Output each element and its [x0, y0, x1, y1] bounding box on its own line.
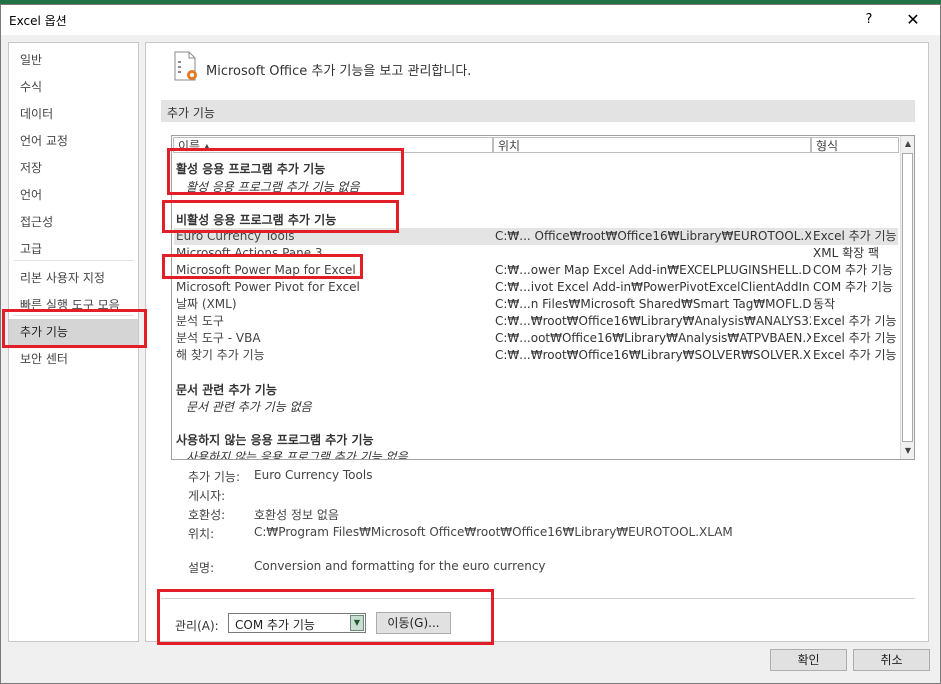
- title-bar: Excel 옵션 ? ✕: [1, 5, 940, 35]
- table-row[interactable]: Microsoft Power Pivot for Excel C:₩...iv…: [174, 279, 898, 296]
- table-row[interactable]: 분석 도구 C:₩...₩root₩Office16₩Library₩Analy…: [174, 313, 898, 330]
- cancel-button[interactable]: 취소: [853, 649, 930, 671]
- nav-item-data[interactable]: 데이터: [9, 101, 138, 128]
- detail-desc-label: 설명:: [188, 561, 215, 575]
- ok-button[interactable]: 확인: [770, 649, 847, 671]
- highlight-box: [162, 254, 363, 279]
- detail-location-value: C:₩Program Files₩Microsoft Office₩root₩O…: [254, 525, 733, 539]
- row-name: 분석 도구: [176, 314, 224, 328]
- row-type: XML 확장 팩: [813, 246, 880, 260]
- row-type: Excel 추가 기능: [813, 314, 897, 328]
- column-header-location[interactable]: 위치: [493, 137, 811, 153]
- detail-addin-label: 추가 기능:: [188, 470, 241, 484]
- detail-publisher-label: 게시자:: [188, 489, 226, 503]
- row-type: Excel 추가 기능: [813, 348, 897, 362]
- list-scrollbar[interactable]: ▲ ▼: [900, 136, 914, 459]
- highlight-box: [162, 200, 399, 233]
- nav-item-proofing[interactable]: 언어 교정: [9, 128, 138, 155]
- detail-desc-value: Conversion and formatting for the euro c…: [254, 559, 546, 573]
- scroll-down-icon[interactable]: ▼: [901, 443, 914, 459]
- column-header-type[interactable]: 형식: [811, 137, 899, 153]
- nav-item-general[interactable]: 일반: [9, 47, 138, 74]
- highlight-box: [2, 309, 147, 348]
- row-type: COM 추가 기능: [813, 263, 893, 277]
- nav-item-formulas[interactable]: 수식: [9, 74, 138, 101]
- table-row[interactable]: 날짜 (XML) C:₩...n Files₩Microsoft Shared₩…: [174, 296, 898, 313]
- section-title: 추가 기능: [167, 106, 215, 120]
- row-location: C:₩... Office₩root₩Office16₩Library₩EURO…: [495, 229, 811, 243]
- nav-item-customize-ribbon[interactable]: 리본 사용자 지정: [9, 265, 138, 292]
- nav-item-save[interactable]: 저장: [9, 155, 138, 182]
- row-name: 날짜 (XML): [176, 297, 237, 311]
- table-row[interactable]: 분석 도구 - VBA C:₩...oot₩Office16₩Library₩A…: [174, 330, 898, 347]
- scroll-thumb[interactable]: [902, 153, 913, 442]
- row-name: 해 찾기 추가 기능: [176, 348, 265, 362]
- group-document: 문서 관련 추가 기능: [176, 383, 277, 397]
- section-header: 추가 기능: [161, 100, 915, 122]
- detail-addin-value: Euro Currency Tools: [254, 468, 373, 482]
- dialog-title: Excel 옵션: [9, 14, 67, 28]
- row-type: 동작: [813, 297, 836, 311]
- row-type: COM 추가 기능: [813, 280, 893, 294]
- close-button[interactable]: ✕: [899, 9, 927, 31]
- highlight-box: [167, 148, 404, 195]
- row-type: Excel 추가 기능: [813, 229, 897, 243]
- row-location: C:₩...₩root₩Office16₩Library₩SOLVER₩SOLV…: [495, 348, 811, 362]
- row-location: C:₩...₩root₩Office16₩Library₩Analysis₩AN…: [495, 314, 811, 328]
- row-location: C:₩...oot₩Office16₩Library₩Analysis₩ATPV…: [495, 331, 811, 345]
- nav-item-accessibility[interactable]: 접근성: [9, 209, 138, 236]
- detail-location-label: 위치:: [188, 527, 215, 541]
- help-button[interactable]: ?: [859, 9, 879, 31]
- table-row[interactable]: 해 찾기 추가 기능 C:₩...₩root₩Office16₩Library₩…: [174, 347, 898, 364]
- row-name: Microsoft Power Pivot for Excel: [176, 280, 360, 294]
- addins-gear-icon: [174, 51, 197, 81]
- row-location: C:₩...ower Map Excel Add-in₩EXCELPLUGINS…: [495, 263, 811, 277]
- addins-panel: Microsoft Office 추가 기능을 보고 관리합니다. 추가 기능 …: [145, 42, 929, 642]
- nav-item-advanced[interactable]: 고급: [9, 236, 138, 263]
- row-name: 분석 도구 - VBA: [176, 331, 261, 345]
- row-location: C:₩...ivot Excel Add-in₩PowerPivotExcelC…: [495, 280, 811, 294]
- group-disabled-empty: 사용하지 않는 응용 프로그램 추가 기능 없음: [186, 450, 408, 460]
- row-type: Excel 추가 기능: [813, 331, 897, 345]
- detail-compat-label: 호환성:: [188, 508, 226, 522]
- nav-item-trust-center[interactable]: 보안 센터: [9, 346, 138, 373]
- highlight-box: [157, 589, 494, 645]
- nav-divider: [13, 260, 134, 261]
- scroll-up-icon[interactable]: ▲: [901, 136, 914, 152]
- row-location: C:₩...n Files₩Microsoft Shared₩Smart Tag…: [495, 297, 811, 311]
- group-document-empty: 문서 관련 추가 기능 없음: [186, 400, 312, 414]
- nav-item-language[interactable]: 언어: [9, 182, 138, 209]
- panel-heading: Microsoft Office 추가 기능을 보고 관리합니다.: [206, 64, 472, 79]
- detail-compat-value: 호환성 정보 없음: [254, 508, 339, 522]
- group-disabled: 사용하지 않는 응용 프로그램 추가 기능: [176, 433, 374, 447]
